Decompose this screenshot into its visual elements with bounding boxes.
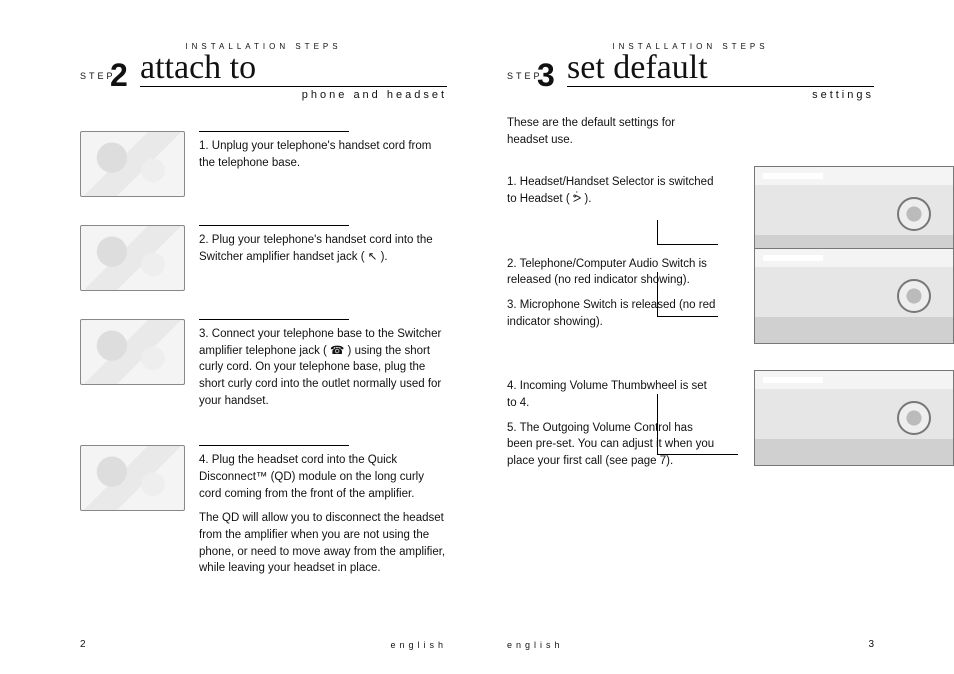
setting-text: 1. Headset/Handset Selector is switched … [507, 174, 717, 207]
illustration-qd-connector-icon [80, 445, 185, 511]
illustration-amplifier-icon [80, 225, 185, 291]
callout-line [657, 272, 718, 317]
callout-line [657, 220, 718, 245]
instruction-text: 2. Plug your telephone's handset cord in… [199, 232, 447, 265]
page-footer: english [507, 640, 564, 650]
divider [199, 445, 349, 446]
callout-line [657, 394, 738, 455]
intro-text: These are the default settings for heads… [507, 115, 717, 148]
settings-list: These are the default settings for heads… [507, 115, 874, 478]
instruction-item: 1. Unplug your telephone's handset cord … [80, 131, 447, 197]
setting-block: 2. Telephone/Computer Audio Switch is re… [507, 256, 874, 339]
step-subtitle: settings [812, 89, 874, 101]
page-number: 3 [868, 639, 874, 650]
setting-block: 1. Headset/Handset Selector is switched … [507, 174, 874, 215]
page-number: 2 [80, 639, 86, 650]
instruction-text: 1. Unplug your telephone's handset cord … [199, 138, 447, 171]
step-title: set default [567, 49, 708, 87]
illustration-switcher-icon [754, 370, 954, 466]
instruction-text: 4. Plug the headset cord into the Quick … [199, 452, 447, 502]
divider [199, 225, 349, 226]
page-left: INSTALLATION STEPS STEP 2 attach to phon… [0, 0, 477, 674]
divider [199, 319, 349, 320]
step-number: 3 [537, 57, 555, 94]
instruction-text-secondary: The QD will allow you to disconnect the … [199, 510, 447, 577]
illustration-phone-icon [80, 131, 185, 197]
divider [199, 131, 349, 132]
headline: STEP 3 set default settings [507, 59, 874, 97]
section-eyebrow: INSTALLATION STEPS [80, 42, 447, 51]
illustration-amplifier-jack-icon [80, 319, 185, 385]
title-rule [140, 86, 447, 87]
setting-block: 4. Incoming Volume Thumbwheel is set to … [507, 378, 874, 477]
title-rule [567, 86, 874, 87]
instruction-item: 2. Plug your telephone's handset cord in… [80, 225, 447, 291]
illustration-switcher-icon [754, 248, 954, 344]
instruction-item: 4. Plug the headset cord into the Quick … [80, 445, 447, 585]
page-footer: english [390, 640, 447, 650]
step-number: 2 [110, 57, 128, 94]
step-title: attach to [140, 49, 256, 87]
instruction-list: 1. Unplug your telephone's handset cord … [80, 131, 447, 585]
headline: STEP 2 attach to phone and headset [80, 59, 447, 97]
instruction-text: 3. Connect your telephone base to the Sw… [199, 326, 447, 409]
page-spread: INSTALLATION STEPS STEP 2 attach to phon… [0, 0, 954, 674]
instruction-item: 3. Connect your telephone base to the Sw… [80, 319, 447, 417]
page-right: INSTALLATION STEPS STEP 3 set default se… [477, 0, 954, 674]
step-subtitle: phone and headset [302, 89, 447, 101]
